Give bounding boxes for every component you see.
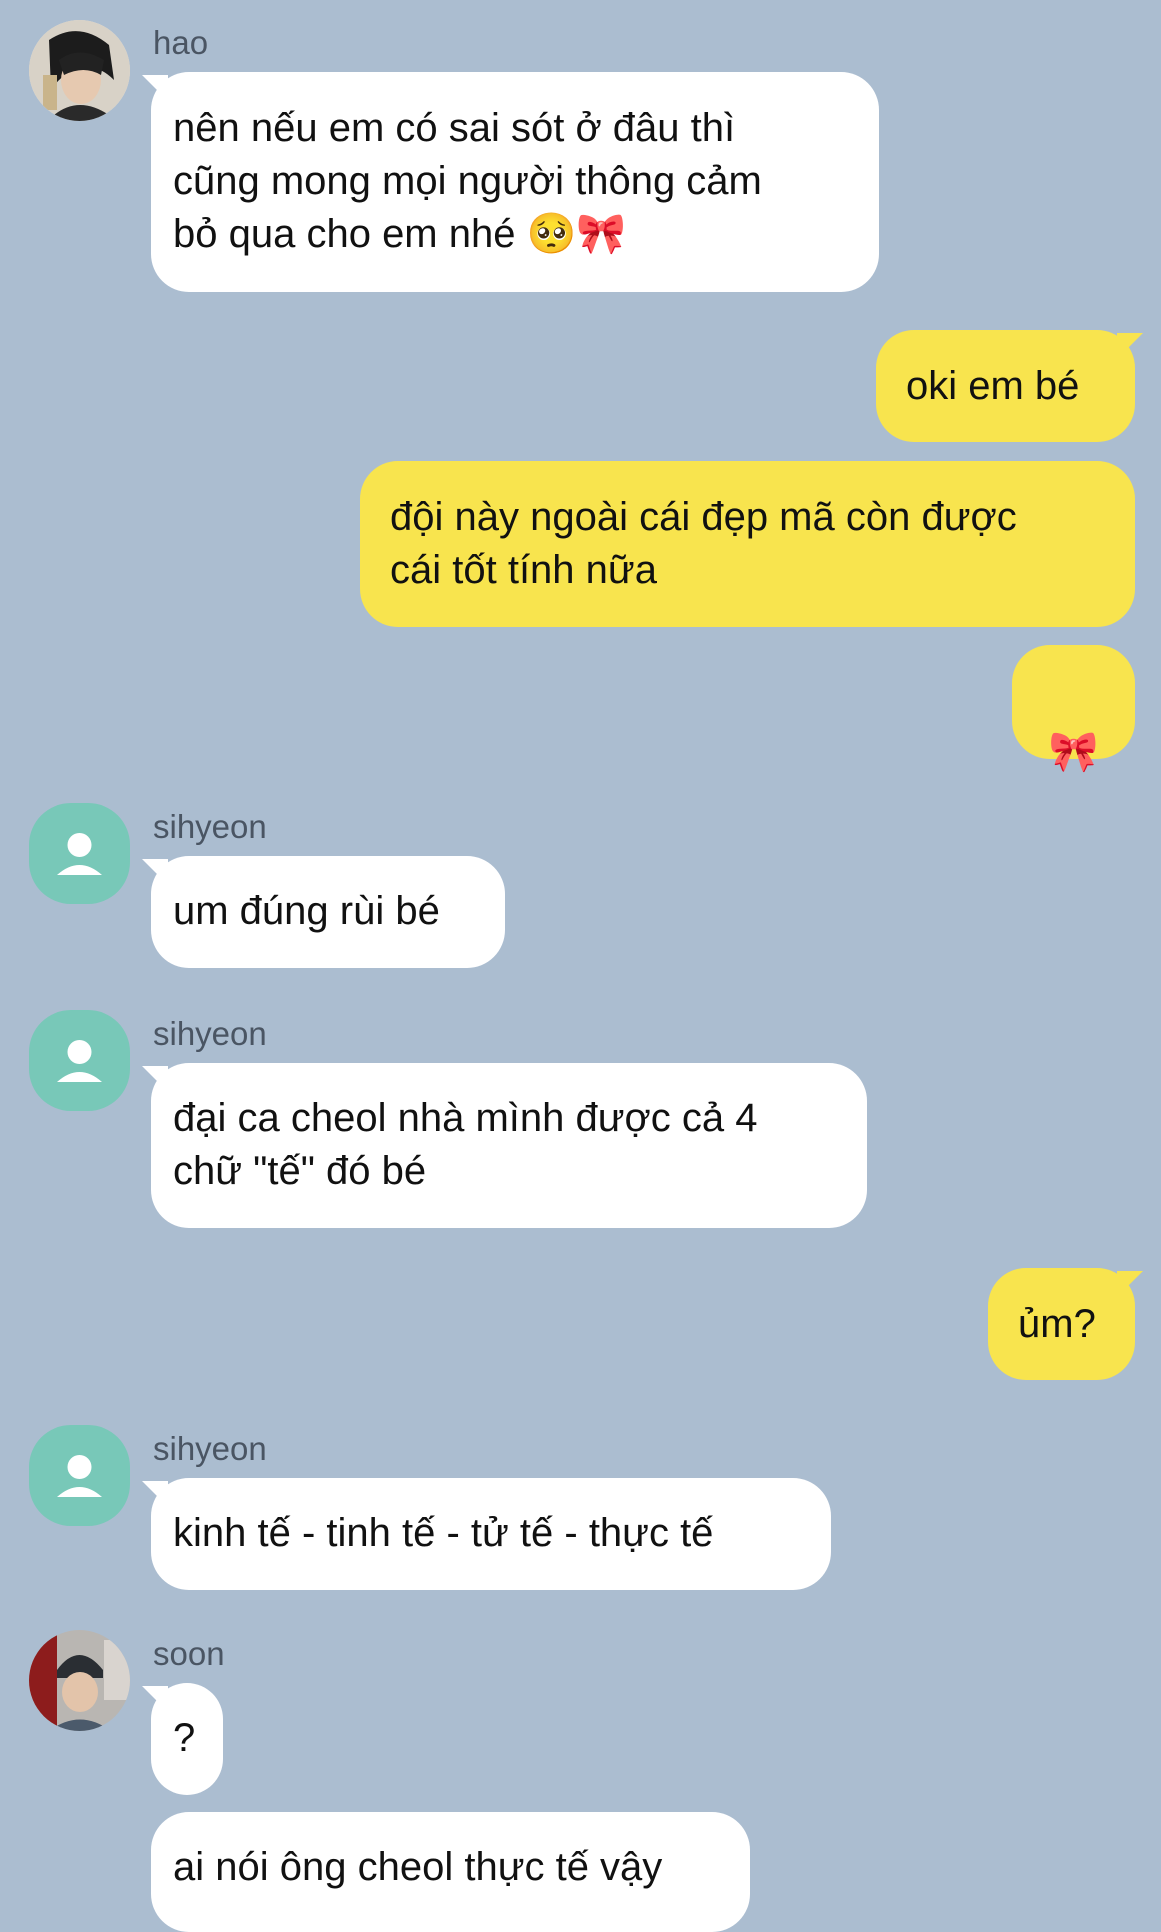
avatar-sihyeon[interactable] xyxy=(29,1010,130,1111)
avatar-hao[interactable] xyxy=(29,20,130,121)
message-bubble[interactable]: ủm? xyxy=(988,1268,1135,1380)
chat-window: hao nên nếu em có sai sót ở đâu thì cũng… xyxy=(0,0,1161,1932)
message-bubble[interactable]: ai nói ông cheol thực tế vậy xyxy=(151,1812,750,1932)
message-bubble[interactable]: nên nếu em có sai sót ở đâu thì cũng mon… xyxy=(151,72,879,292)
message-bubble[interactable]: đội này ngoài cái đẹp mã còn được cái tố… xyxy=(360,461,1135,627)
sender-name-hao: hao xyxy=(153,24,209,61)
message-bubble[interactable]: đại ca cheol nhà mình được cả 4 chữ "tế"… xyxy=(151,1063,867,1228)
sender-name-sihyeon: sihyeon xyxy=(153,808,267,845)
message-bubble[interactable]: oki em bé xyxy=(876,330,1135,442)
avatar-sihyeon[interactable] xyxy=(29,1425,130,1526)
sender-name-sihyeon: sihyeon xyxy=(153,1430,267,1467)
person-silhouette-icon xyxy=(57,1040,102,1082)
person-silhouette-icon xyxy=(57,833,102,875)
ribbon-emoji: 🎀 xyxy=(1048,729,1099,775)
message-bubble[interactable]: um đúng rùi bé xyxy=(151,856,505,968)
sender-name-soon: soon xyxy=(153,1635,225,1672)
sender-name-sihyeon: sihyeon xyxy=(153,1015,267,1052)
avatar-soon[interactable] xyxy=(29,1630,130,1731)
message-bubble[interactable]: kinh tế - tinh tế - tử tế - thực tế xyxy=(151,1478,831,1590)
message-bubble[interactable]: ? xyxy=(151,1683,223,1795)
person-silhouette-icon xyxy=(57,1455,102,1497)
avatar-sihyeon[interactable] xyxy=(29,803,130,904)
message-bubble[interactable]: 🎀 xyxy=(1012,645,1135,775)
